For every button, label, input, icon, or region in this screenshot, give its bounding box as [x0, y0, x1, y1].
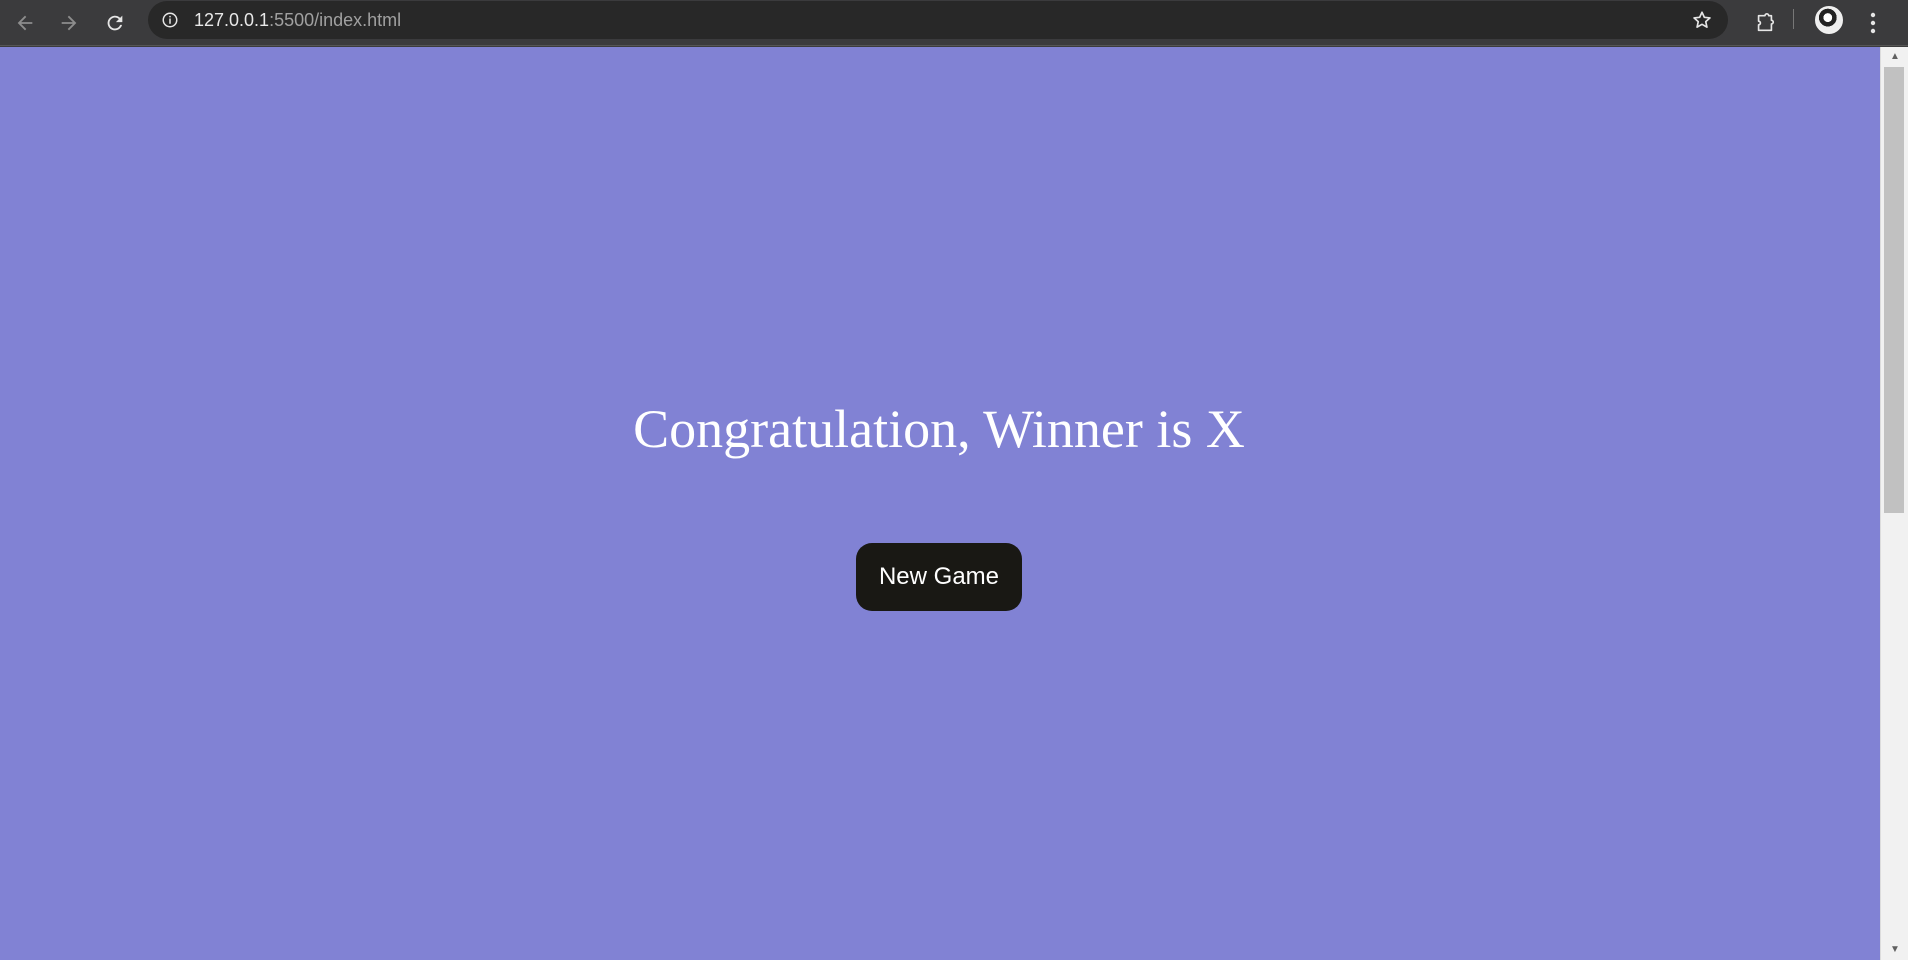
reload-icon: [107, 15, 123, 31]
scroll-thumb[interactable]: [1884, 67, 1904, 513]
url-host: 127.0.0.1: [194, 10, 270, 30]
vertical-scrollbar[interactable]: ▲ ▼: [1880, 47, 1908, 960]
arrow-right-icon: [61, 15, 77, 31]
toolbar-divider: [1793, 9, 1794, 29]
browser-toolbar: 127.0.0.1:5500/index.html: [0, 0, 1908, 46]
page-viewport: Congratulation, Winner is X New Game: [0, 47, 1880, 960]
profile-avatar[interactable]: [1815, 6, 1843, 34]
scroll-up-arrow-icon[interactable]: ▲: [1889, 51, 1901, 63]
forward-button[interactable]: [52, 6, 86, 40]
star-icon: [1693, 11, 1711, 28]
url-text[interactable]: 127.0.0.1:5500/index.html: [194, 10, 401, 30]
new-game-button[interactable]: New Game: [856, 543, 1022, 611]
back-button[interactable]: [8, 6, 42, 40]
url-path: :5500/index.html: [269, 10, 402, 30]
browser-menu-button[interactable]: [1858, 6, 1888, 40]
arrow-left-icon: [17, 15, 33, 31]
puzzle-icon: [1757, 13, 1775, 32]
extensions-button[interactable]: [1748, 6, 1782, 40]
kebab-menu-icon: [1870, 12, 1876, 34]
info-icon: [162, 12, 178, 28]
scroll-down-arrow-icon[interactable]: ▼: [1889, 944, 1901, 956]
winner-message: Congratulation, Winner is X: [633, 399, 1245, 459]
site-info-button[interactable]: [158, 8, 182, 32]
address-bar[interactable]: 127.0.0.1:5500/index.html: [148, 1, 1728, 39]
bookmark-button[interactable]: [1690, 8, 1714, 32]
reload-button[interactable]: [98, 6, 132, 40]
